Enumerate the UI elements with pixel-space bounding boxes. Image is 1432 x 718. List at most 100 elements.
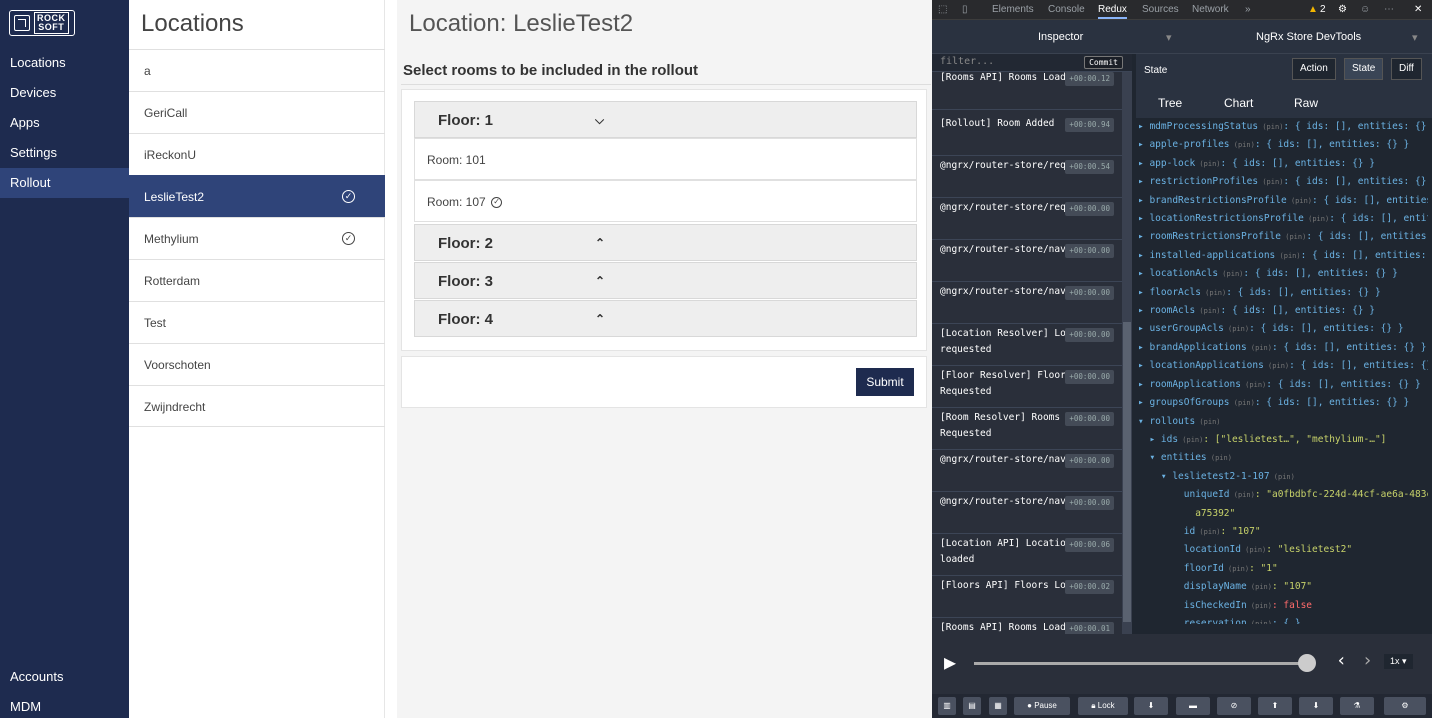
floor-header[interactable]: Floor: 4 ⌃	[414, 300, 917, 337]
state-node[interactable]: ▸ floorAcls (pin): { ids: [], entities: …	[1138, 284, 1428, 302]
nav-mdm[interactable]: MDM	[0, 692, 129, 718]
action-scrollbar[interactable]	[1122, 72, 1132, 634]
timeline-handle[interactable]	[1298, 654, 1316, 672]
layout-icon[interactable]: ▤	[963, 697, 981, 715]
location-item[interactable]: Voorschoten	[129, 343, 385, 385]
layout-icon[interactable]: ▦	[989, 697, 1007, 715]
action-item[interactable]: @ngrx/router-store/request +00:00.54	[932, 156, 1122, 198]
nav-apps[interactable]: Apps	[0, 108, 129, 138]
room-item[interactable]: Room: 101	[414, 138, 917, 180]
action-item[interactable]: [Rooms API] Rooms Loaded +00:00.12	[932, 68, 1122, 110]
gear-icon[interactable]: ⚙	[1338, 4, 1347, 15]
mode-action[interactable]: Action	[1292, 58, 1336, 80]
location-item[interactable]: iReckonU	[129, 133, 385, 175]
inspect-icon[interactable]: ⬚	[938, 4, 947, 15]
action-item[interactable]: @ngrx/router-store/navigation +00:00.00	[932, 240, 1122, 282]
device-icon[interactable]: ▯	[962, 4, 968, 15]
state-node[interactable]: ▸ app-lock (pin): { ids: [], entities: {…	[1138, 155, 1428, 173]
pause-button[interactable]: ● Pause	[1014, 697, 1070, 715]
state-node[interactable]: ▾ rollouts (pin)	[1138, 413, 1428, 431]
location-item[interactable]: a	[129, 49, 385, 91]
state-node[interactable]: ▾ entities (pin)	[1138, 449, 1428, 467]
mode-diff[interactable]: Diff	[1391, 58, 1422, 80]
timeline-slider[interactable]	[974, 662, 1304, 665]
chevron-down-icon[interactable]: ▾	[1412, 31, 1418, 44]
tab-chart[interactable]: Chart	[1224, 96, 1253, 110]
floor-header[interactable]: Floor: 2 ⌃	[414, 224, 917, 261]
state-node[interactable]: a75392"	[1138, 505, 1428, 523]
state-node[interactable]: ▸ roomRestrictionsProfile (pin): { ids: …	[1138, 228, 1428, 246]
state-node[interactable]: reservation (pin): { }	[1138, 615, 1428, 624]
state-node[interactable]: uniqueId (pin): "a0fbdbfc-224d-44cf-ae6a…	[1138, 486, 1428, 504]
keyboard-icon[interactable]: ▬	[1176, 697, 1210, 715]
upload-icon[interactable]: ⬆	[1258, 697, 1292, 715]
state-node[interactable]: ▸ brandApplications (pin): { ids: [], en…	[1138, 339, 1428, 357]
speed-select[interactable]: 1x ▾	[1384, 654, 1413, 669]
tab-more[interactable]: »	[1245, 4, 1251, 15]
submit-button[interactable]: Submit	[856, 368, 914, 396]
store-label[interactable]: NgRx Store DevTools	[1256, 31, 1361, 43]
rocksoft-logo[interactable]: ROCK SOFT	[9, 10, 75, 36]
settings-icon[interactable]: ⚙	[1384, 697, 1426, 715]
tab-network[interactable]: Network	[1192, 4, 1229, 15]
tab-console[interactable]: Console	[1048, 4, 1085, 15]
tab-redux[interactable]: Redux	[1098, 4, 1127, 19]
state-node[interactable]: floorId (pin): "1"	[1138, 560, 1428, 578]
location-item[interactable]: Rotterdam	[129, 259, 385, 301]
state-node[interactable]: ▸ brandRestrictionsProfile (pin): { ids:…	[1138, 192, 1428, 210]
layout-icon[interactable]: ▥	[938, 697, 956, 715]
state-node[interactable]: ▸ roomAcls (pin): { ids: [], entities: {…	[1138, 302, 1428, 320]
location-item[interactable]: GeriCall	[129, 91, 385, 133]
pin-icon[interactable]: ⬇	[1134, 697, 1168, 715]
nav-settings[interactable]: Settings	[0, 138, 129, 168]
state-node[interactable]: ▸ locationAcls (pin): { ids: [], entitie…	[1138, 265, 1428, 283]
location-item-selected[interactable]: LeslieTest2 ✓	[129, 175, 385, 217]
nav-devices[interactable]: Devices	[0, 78, 129, 108]
state-node[interactable]: ▸ mdmProcessingStatus (pin): { ids: [], …	[1138, 118, 1428, 136]
nav-rollout[interactable]: Rollout	[0, 168, 129, 198]
next-icon[interactable]: ›	[1362, 650, 1373, 671]
action-item[interactable]: [Floor Resolver] Floors Requested +00:00.…	[932, 366, 1122, 408]
floor-header[interactable]: Floor: 3 ⌃	[414, 262, 917, 299]
action-item[interactable]: [Room Resolver] Rooms Requested +00:00.00	[932, 408, 1122, 450]
location-item[interactable]: Test	[129, 301, 385, 343]
state-node[interactable]: ▸ roomApplications (pin): { ids: [], ent…	[1138, 376, 1428, 394]
state-node[interactable]: ▸ ids (pin): ["leslietest…", "methylium-…	[1138, 431, 1428, 449]
mode-state[interactable]: State	[1344, 58, 1384, 80]
disable-icon[interactable]: ⊘	[1217, 697, 1251, 715]
scroll-thumb[interactable]	[1123, 322, 1131, 622]
state-node[interactable]: ▸ groupsOfGroups (pin): { ids: [], entit…	[1138, 394, 1428, 412]
action-item[interactable]: [Rollout] Room Added +00:00.94	[932, 114, 1122, 156]
play-icon[interactable]: ▶	[944, 650, 956, 674]
lock-button[interactable]: 🔒︎ Lock	[1078, 697, 1128, 715]
warning-icon[interactable]: ▲	[1308, 4, 1318, 15]
inspector-label[interactable]: Inspector	[1038, 31, 1083, 43]
tab-raw[interactable]: Raw	[1294, 96, 1318, 110]
floor-header[interactable]: Floor: 1 ⌵	[414, 101, 917, 138]
state-node[interactable]: ▸ locationRestrictionsProfile (pin): { i…	[1138, 210, 1428, 228]
nav-locations[interactable]: Locations	[0, 48, 129, 78]
action-item[interactable]: @ngrx/router-store/navigated +00:00.00	[932, 492, 1122, 534]
close-icon[interactable]: ✕	[1414, 4, 1422, 15]
state-node[interactable]: ▸ installed-applications (pin): { ids: […	[1138, 247, 1428, 265]
feedback-icon[interactable]: ☺	[1360, 4, 1370, 15]
tab-elements[interactable]: Elements	[992, 4, 1034, 15]
action-item[interactable]: @ngrx/router-store/navigated +00:00.00	[932, 450, 1122, 492]
action-item[interactable]: [Location API] Locations loaded +00:00.06	[932, 534, 1122, 576]
download-icon[interactable]: ⬇	[1299, 697, 1333, 715]
state-node[interactable]: displayName (pin): "107"	[1138, 578, 1428, 596]
more-icon[interactable]: ⋯	[1384, 4, 1394, 15]
action-item[interactable]: @ngrx/router-store/navigation +00:00.00	[932, 282, 1122, 324]
state-node[interactable]: id (pin): "107"	[1138, 523, 1428, 541]
action-item[interactable]: [Location Resolver] Locations requested +…	[932, 324, 1122, 366]
room-item-checked[interactable]: Room: 107 ✓	[414, 180, 917, 222]
state-node[interactable]: ▸ apple-profiles (pin): { ids: [], entit…	[1138, 136, 1428, 154]
state-node[interactable]: ▾ leslietest2-1-107 (pin)	[1138, 468, 1428, 486]
action-item[interactable]: [Floors API] Floors Loaded +00:00.02	[932, 576, 1122, 618]
chevron-down-icon[interactable]: ▾	[1166, 31, 1172, 44]
tab-tree[interactable]: Tree	[1158, 96, 1182, 110]
state-node[interactable]: ▸ userGroupAcls (pin): { ids: [], entiti…	[1138, 320, 1428, 338]
action-item[interactable]: @ngrx/router-store/request +00:00.00	[932, 198, 1122, 240]
location-item[interactable]: Zwijndrecht	[129, 385, 385, 427]
prev-icon[interactable]: ‹	[1336, 650, 1347, 671]
